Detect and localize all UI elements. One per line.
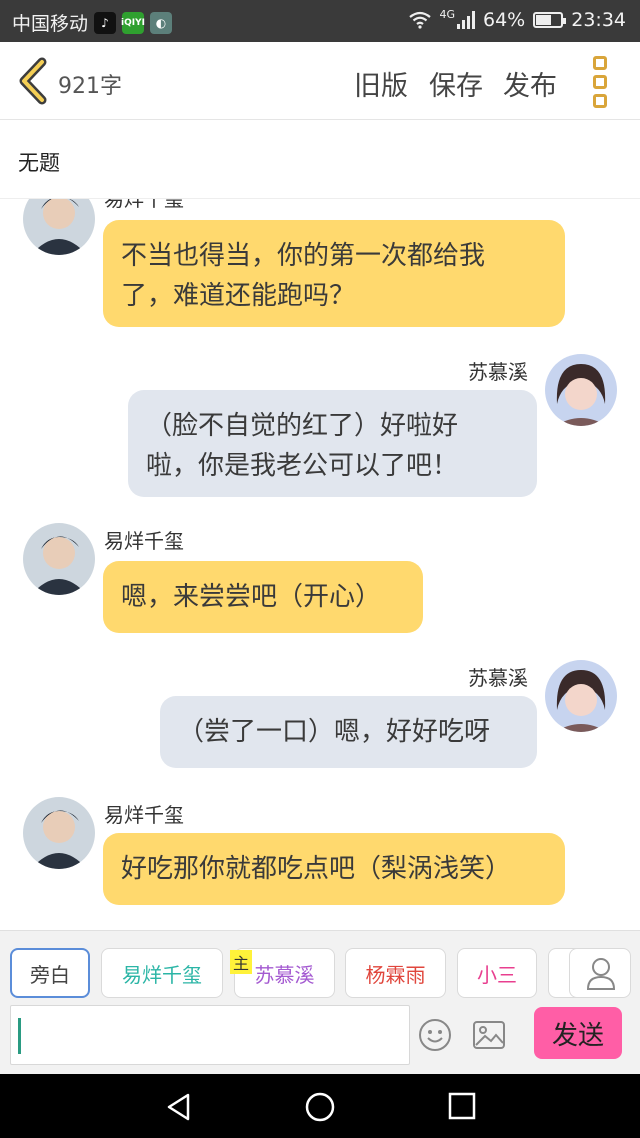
message-line: 好吃那你就都吃点吧（梨涡浅笑） xyxy=(121,854,512,884)
save-button[interactable]: 保存 xyxy=(429,64,483,103)
role-label: 小三 xyxy=(477,962,517,987)
chat-area[interactable]: 易烊千玺 不当也得当，你的第一次都给我 了，难道还能跑吗？ 苏慕溪 （脸不自觉的… xyxy=(0,199,640,929)
person-icon xyxy=(586,958,616,990)
image-icon[interactable] xyxy=(472,1019,506,1051)
message-bubble[interactable]: 不当也得当，你的第一次都给我 了，难道还能跑吗？ xyxy=(103,220,565,327)
old-version-button[interactable]: 旧版 xyxy=(354,64,408,103)
word-count: 921字 xyxy=(58,74,122,99)
signal-icon xyxy=(457,11,475,29)
main-role-tag: 主 xyxy=(230,950,252,974)
system-nav-bar xyxy=(0,1074,640,1138)
avatar-su-muxi[interactable] xyxy=(545,660,617,732)
back-chevron-icon xyxy=(19,57,47,105)
role-chip-narrator[interactable]: 旁白 xyxy=(10,948,90,998)
compose-toolbar: 旁白 易烊千玺 苏慕溪 主 杨霖雨 小三 发送 xyxy=(0,930,640,1074)
status-bar: 中国移动 ♪ iQIYI ◐ 4G 64% 23:34 xyxy=(0,0,640,42)
story-title: 无题 xyxy=(18,151,60,175)
role-chip-yi-yangqianxi[interactable]: 易烊千玺 xyxy=(101,948,223,998)
carrier-label: 中国移动 xyxy=(12,13,89,35)
message-input[interactable] xyxy=(10,1005,410,1065)
send-button[interactable]: 发送 xyxy=(534,1007,622,1059)
message-line: 了，难道还能跑吗？ xyxy=(121,281,356,311)
message-line: 啦，你是我老公可以了吧！ xyxy=(146,451,459,481)
iqiyi-notification-icon: iQIYI xyxy=(121,11,145,34)
speaker-name: 易烊千玺 xyxy=(104,199,184,211)
nav-recents-icon[interactable] xyxy=(448,1092,476,1120)
role-label: 易烊千玺 xyxy=(122,962,202,987)
speaker-name: 易烊千玺 xyxy=(104,529,184,553)
battery-percent: 64% xyxy=(483,9,526,31)
emoji-icon[interactable] xyxy=(418,1018,452,1052)
avatar-yi-yangqianxi[interactable] xyxy=(23,797,95,869)
message-line: 不当也得当，你的第一次都给我 xyxy=(121,241,486,271)
role-chip-xiaosan[interactable]: 小三 xyxy=(457,948,537,998)
back-button[interactable] xyxy=(14,56,54,106)
message-bubble[interactable]: 嗯，来尝尝吧（开心） xyxy=(103,561,423,633)
status-left: 中国移动 ♪ iQIYI ◐ xyxy=(12,9,173,36)
role-label: 杨霖雨 xyxy=(365,962,426,987)
avatar-yi-yangqianxi[interactable] xyxy=(23,523,95,595)
speaker-name: 苏慕溪 xyxy=(468,666,528,690)
send-label: 发送 xyxy=(551,1020,604,1051)
nav-home-icon[interactable] xyxy=(304,1091,336,1123)
role-label: 旁白 xyxy=(30,962,70,987)
clock: 23:34 xyxy=(571,9,626,31)
role-manage-button[interactable] xyxy=(569,948,631,998)
network-type: 4G xyxy=(439,7,455,21)
story-title-bar[interactable]: 无题 xyxy=(0,121,640,199)
message-bubble[interactable]: 好吃那你就都吃点吧（梨涡浅笑） xyxy=(103,833,565,905)
status-right: 4G 64% 23:34 xyxy=(409,7,626,31)
speaker-name: 易烊千玺 xyxy=(104,803,184,827)
message-bubble[interactable]: （尝了一口）嗯，好好吃呀 xyxy=(160,696,537,768)
nav-back-icon[interactable] xyxy=(164,1092,194,1122)
message-line: （尝了一口）嗯，好好吃呀 xyxy=(178,717,491,747)
avatar-yi-yangqianxi[interactable] xyxy=(23,199,95,255)
text-caret xyxy=(18,1018,21,1054)
more-menu-icon[interactable] xyxy=(593,56,615,108)
role-chip-yang-linyu[interactable]: 杨霖雨 xyxy=(345,948,446,998)
battery-icon xyxy=(533,12,567,28)
message-bubble[interactable]: （脸不自觉的红了）好啦好 啦，你是我老公可以了吧！ xyxy=(128,390,537,497)
role-label: 苏慕溪 xyxy=(254,962,315,987)
editor-header: 921字 旧版 保存 发布 xyxy=(0,42,640,120)
app-notification-icon: ◐ xyxy=(150,11,173,34)
message-line: （脸不自觉的红了）好啦好 xyxy=(146,411,459,441)
message-line: 嗯，来尝尝吧（开心） xyxy=(121,582,382,612)
speaker-name: 苏慕溪 xyxy=(468,360,528,384)
tiktok-notification-icon: ♪ xyxy=(94,11,117,34)
wifi-icon xyxy=(409,11,432,29)
avatar-su-muxi[interactable] xyxy=(545,354,617,426)
publish-button[interactable]: 发布 xyxy=(503,64,557,103)
